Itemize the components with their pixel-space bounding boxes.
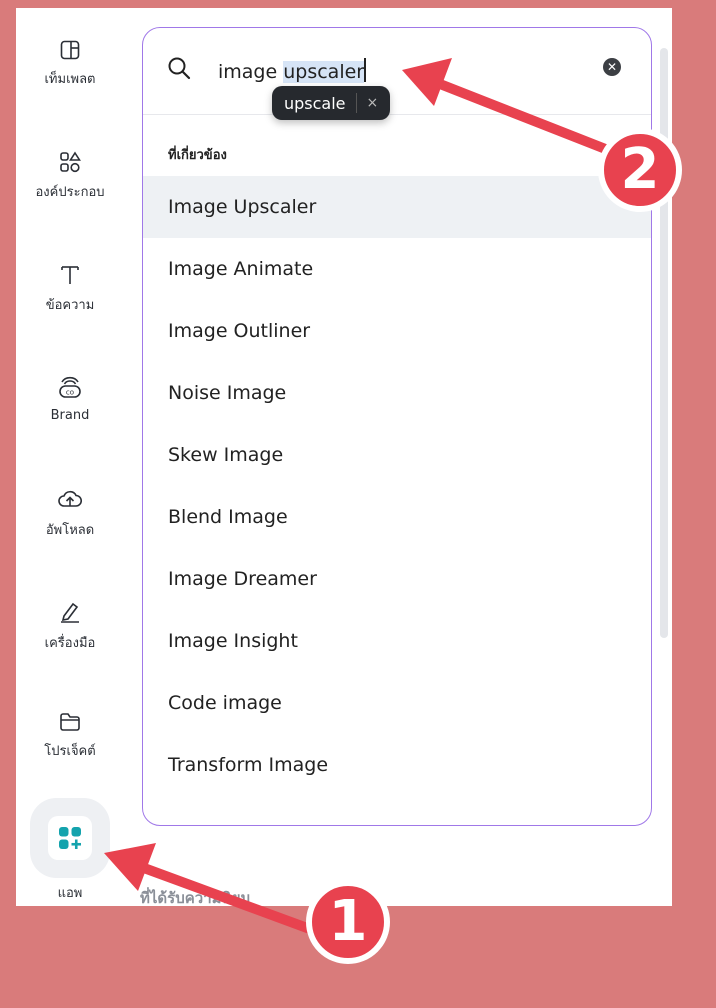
annotation-badge-1: 1 bbox=[306, 880, 390, 964]
arrow-2-line bbox=[435, 79, 613, 155]
annotation-badge-2: 2 bbox=[598, 128, 682, 212]
arrow-1-line bbox=[139, 863, 323, 937]
